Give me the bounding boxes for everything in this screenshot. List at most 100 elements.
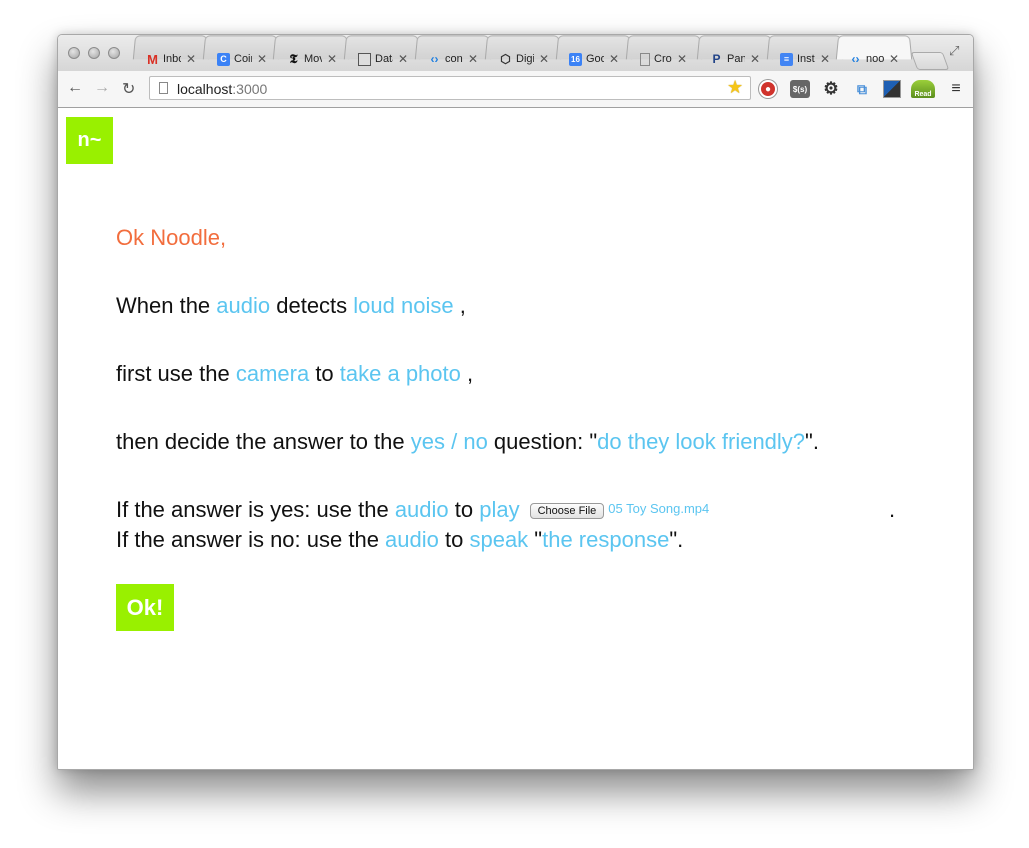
cast-extension-icon[interactable]: ⧉: [853, 80, 871, 98]
tab-close-icon[interactable]: ✕: [609, 52, 619, 66]
nyt-icon: 𝕿: [289, 51, 298, 66]
new-tab-button[interactable]: [910, 52, 950, 70]
text: If the answer is no: use the: [116, 527, 386, 552]
tab-close-icon[interactable]: ✕: [750, 52, 760, 66]
tab-content: P Pan ✕: [710, 47, 760, 71]
text: question: ": [487, 429, 598, 454]
tab-content: 16 Goo ✕: [569, 47, 619, 71]
color-picker-extension-icon[interactable]: [883, 80, 901, 98]
data-icon: [358, 52, 371, 66]
address-bar[interactable]: localhost:3000 ★: [149, 76, 751, 100]
text: ": [528, 527, 543, 552]
tab-title: Goo: [586, 53, 604, 65]
reload-icon[interactable]: ↻: [122, 79, 135, 99]
response-keyword[interactable]: the response: [542, 527, 669, 552]
menu-icon[interactable]: ≡: [947, 80, 965, 98]
tab-title: Inst: [797, 53, 815, 65]
tab-close-icon[interactable]: ✕: [820, 52, 830, 66]
gear-icon[interactable]: ⚙: [822, 79, 840, 98]
device-keyword[interactable]: audio: [395, 497, 449, 522]
text: ".: [669, 527, 684, 552]
tab-close-icon[interactable]: ✕: [327, 52, 337, 66]
tab-title: con: [445, 53, 463, 65]
device-keyword[interactable]: camera: [236, 361, 309, 386]
tab-close-icon[interactable]: ✕: [468, 52, 478, 66]
tab-title: Coin: [234, 53, 252, 65]
text: to: [438, 527, 470, 552]
tab-content: Data ✕: [358, 47, 408, 71]
tab-close-icon[interactable]: ✕: [398, 52, 408, 66]
tab-close-icon[interactable]: ✕: [257, 52, 267, 66]
choose-file-button[interactable]: Choose File: [529, 503, 605, 519]
gmail-icon: M: [147, 51, 158, 67]
url-host: localhost: [177, 81, 233, 97]
close-window-button[interactable]: [68, 47, 80, 59]
text: .: [889, 497, 896, 522]
no-branch-sentence: If the answer is no: use the audio to sp…: [116, 527, 683, 553]
tab-close-icon[interactable]: ✕: [677, 52, 687, 66]
page-content: n~ Ok Noodle, When the audio detects lou…: [58, 108, 973, 769]
question-type-keyword[interactable]: yes / no: [411, 429, 488, 454]
text: When the: [116, 293, 217, 318]
c-icon: C: [217, 52, 230, 66]
text: to: [309, 361, 340, 386]
tab-content: ≡ Inst ✕: [780, 47, 830, 71]
decision-sentence: then decide the answer to the yes / no q…: [116, 429, 819, 455]
tab-content: ‹› noo ✕: [849, 47, 900, 71]
tab-title: Data: [375, 53, 393, 65]
event-keyword[interactable]: loud noise: [353, 293, 453, 318]
logo-text: n~: [77, 129, 102, 151]
yes-branch-sentence: If the answer is yes: use the audio to p…: [116, 497, 896, 523]
tab-content: M Inbox ✕: [146, 47, 196, 71]
text: ,: [453, 293, 466, 318]
noodle-logo[interactable]: n~: [66, 117, 113, 164]
text: first use the: [116, 361, 236, 386]
text: If the answer is yes: use the: [116, 497, 395, 522]
question-keyword[interactable]: do they look friendly?: [597, 429, 805, 454]
dollar-extension-label: $(s): [792, 84, 808, 94]
tab-close-icon[interactable]: ✕: [889, 52, 899, 66]
selected-file-name: 05 Toy Song.mp4: [608, 501, 710, 516]
tab-title: Digi: [516, 53, 534, 65]
tab-content: ‹› con ✕: [428, 47, 479, 71]
url-port: :3000: [232, 81, 268, 97]
code-icon: ‹›: [851, 52, 860, 66]
device-keyword[interactable]: audio: [385, 527, 439, 552]
dollar-extension-icon[interactable]: $(s): [790, 80, 810, 98]
text: ".: [805, 429, 819, 454]
ok-button[interactable]: Ok!: [116, 584, 174, 631]
tab-content: Cro ✕: [640, 47, 687, 71]
code-icon: ‹›: [430, 52, 439, 66]
forward-arrow-icon[interactable]: →: [94, 79, 110, 97]
p-icon: P: [712, 52, 721, 66]
text: then decide the answer to the: [116, 429, 411, 454]
action-keyword[interactable]: take a photo: [340, 361, 461, 386]
tab-content: ⬡ Digi ✕: [499, 47, 549, 71]
back-arrow-icon[interactable]: ←: [67, 79, 83, 97]
title-bar: M Inbox ✕ C Coin ✕ 𝕿 Movies ✕ Data ✕ ‹› …: [58, 35, 973, 71]
text: ,: [460, 361, 474, 386]
tab-content: C Coin ✕: [217, 47, 267, 71]
tab-title: Pan: [727, 53, 745, 65]
read-extension-icon[interactable]: Read: [911, 80, 935, 98]
url-text[interactable]: localhost:3000: [177, 81, 267, 97]
bookmark-star-icon[interactable]: ★: [727, 77, 743, 98]
calendar-icon: 16: [569, 52, 582, 66]
read-extension-label: Read: [914, 91, 932, 98]
fullscreen-icon[interactable]: ⤢: [949, 43, 959, 59]
first-action-sentence: first use the camera to take a photo ,: [116, 361, 473, 387]
zoom-window-button[interactable]: [108, 47, 120, 59]
action-keyword[interactable]: speak: [469, 527, 528, 552]
tab-close-icon[interactable]: ✕: [186, 52, 196, 66]
docs-icon: ≡: [780, 52, 793, 66]
tab-title: Cro: [654, 53, 672, 65]
ok-button-label: Ok!: [126, 594, 164, 620]
action-keyword[interactable]: play: [479, 497, 519, 522]
sensor-keyword[interactable]: audio: [216, 293, 270, 318]
stop-extension-icon[interactable]: ●: [759, 80, 777, 98]
greeting: Ok Noodle,: [116, 225, 227, 250]
minimize-window-button[interactable]: [88, 47, 100, 59]
browser-window: M Inbox ✕ C Coin ✕ 𝕿 Movies ✕ Data ✕ ‹› …: [57, 34, 974, 770]
tab-close-icon[interactable]: ✕: [539, 52, 549, 66]
cube-icon: ⬡: [500, 52, 511, 66]
